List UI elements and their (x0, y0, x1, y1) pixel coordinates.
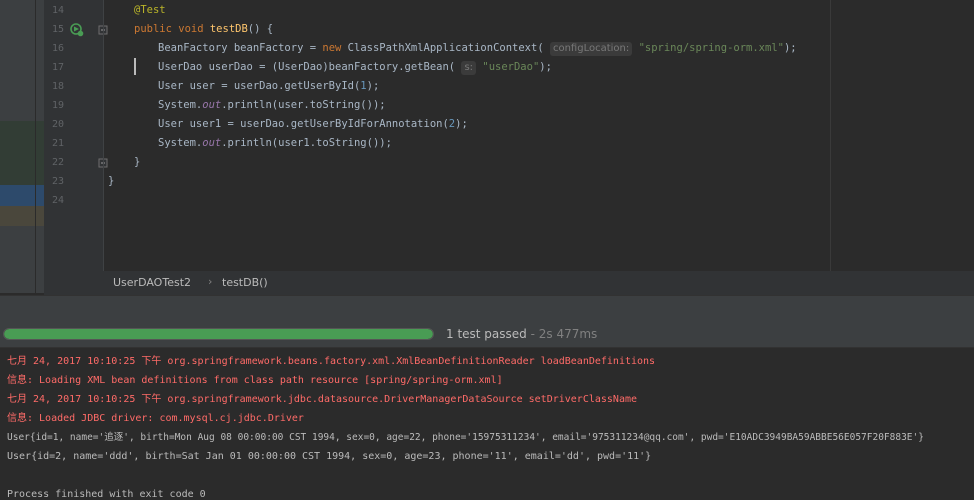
panel-highlight (0, 206, 44, 226)
line-number: 22 (51, 157, 64, 168)
line-number: 19 (51, 100, 64, 111)
code-text: ); (539, 61, 552, 73)
panel-highlight (0, 121, 44, 185)
console-line: 信息: Loading XML bean definitions from cl… (7, 375, 503, 386)
line-number: 16 (51, 43, 64, 54)
code-text: ); (366, 80, 380, 92)
run-panel-header (0, 295, 974, 322)
test-status-label: 1 test passed (446, 327, 527, 341)
code-text: () { (247, 23, 274, 35)
console-line: 七月 24, 2017 10:10:25 下午 org.springframew… (7, 356, 656, 367)
code-line-18[interactable]: User user = userDao.getUserById(1); (158, 77, 379, 96)
console-line: User{id=1, name='追逐', birth=Mon Aug 08 0… (7, 432, 924, 443)
code-editor[interactable]: 14 15 16 17 18 19 20 21 22 23 24 @Test p… (44, 0, 974, 271)
panel-divider[interactable] (35, 0, 36, 293)
code-text: ); (455, 118, 468, 130)
string-literal: "userDao" (482, 61, 540, 73)
line-number: 18 (51, 81, 64, 92)
code-text: ); (783, 42, 797, 54)
static-field: out (202, 137, 222, 149)
line-number: 21 (51, 138, 64, 149)
code-line-20[interactable]: User user1 = userDao.getUserByIdForAnnot… (158, 115, 468, 134)
line-number: 14 (51, 5, 64, 16)
code-line-22[interactable]: } (134, 153, 140, 172)
code-text: UserDao userDao = (UserDao)beanFactory.g… (158, 61, 456, 73)
breadcrumb-class[interactable]: UserDAOTest2 (113, 276, 191, 289)
chevron-right-icon: › (208, 275, 213, 288)
gutter-separator (103, 0, 104, 271)
line-number: 20 (51, 119, 64, 130)
panel-selection[interactable] (0, 185, 44, 206)
line-number: 23 (51, 176, 64, 187)
keyword: new (322, 42, 348, 54)
console-line: Process finished with exit code 0 (7, 489, 206, 500)
string-literal: "spring/spring-orm.xml" (638, 42, 784, 54)
code-line-19[interactable]: System.out.println(user.toString()); (158, 96, 386, 115)
method-name: testDB (209, 23, 248, 35)
code-line-23[interactable]: } (108, 172, 114, 191)
parameter-hint: s: (461, 61, 477, 75)
line-number: 17 (51, 62, 64, 73)
line-number: 15 (51, 24, 64, 35)
line-number: 24 (51, 195, 64, 206)
code-line-17[interactable]: UserDao userDao = (UserDao)beanFactory.g… (158, 58, 552, 77)
code-line-21[interactable]: System.out.println(user1.toString()); (158, 134, 392, 153)
code-text: BeanFactory beanFactory = (158, 42, 323, 54)
text-caret (134, 58, 136, 75)
breadcrumb: UserDAOTest2 › testDB() (44, 271, 974, 295)
console-line: 信息: Loaded JDBC driver: com.mysql.cj.jdb… (7, 413, 304, 424)
code-text: ClassPathXmlApplicationContext( (347, 42, 544, 54)
project-panel-edge (0, 0, 44, 293)
parameter-hint: configLocation: (549, 42, 633, 56)
test-duration: - 2s 477ms (526, 327, 598, 341)
console-line: User{id=2, name='ddd', birth=Sat Jan 01 … (7, 451, 652, 462)
test-status: 1 test passed - 2s 477ms (446, 327, 597, 341)
run-test-icon[interactable] (70, 23, 84, 37)
code-line-15[interactable]: public void testDB() { (134, 20, 273, 39)
test-progress-bar (3, 328, 434, 340)
static-field: out (202, 99, 222, 111)
console-output[interactable]: 七月 24, 2017 10:10:25 下午 org.springframew… (0, 349, 974, 500)
code-text: User user1 = userDao.getUserByIdForAnnot… (158, 118, 449, 130)
code-text: .println(user.toString()); (221, 99, 386, 111)
code-line-14[interactable]: @Test (134, 1, 166, 20)
test-progress-fill (4, 329, 433, 339)
code-text: User user = userDao.getUserById( (158, 80, 361, 92)
code-text: System. (158, 99, 203, 111)
code-line-16[interactable]: BeanFactory beanFactory = new ClassPathX… (158, 39, 797, 58)
code-text: .println(user1.toString()); (221, 137, 392, 149)
annotation: @Test (134, 4, 166, 16)
test-status-bar: 1 test passed - 2s 477ms (0, 322, 974, 348)
breadcrumb-method[interactable]: testDB() (222, 276, 268, 289)
keyword: public void (134, 23, 210, 35)
editor-gutter: 14 15 16 17 18 19 20 21 22 23 24 (44, 0, 108, 271)
code-text: System. (158, 137, 203, 149)
console-line: 七月 24, 2017 10:10:25 下午 org.springframew… (7, 394, 638, 405)
right-margin-guide (830, 0, 831, 271)
